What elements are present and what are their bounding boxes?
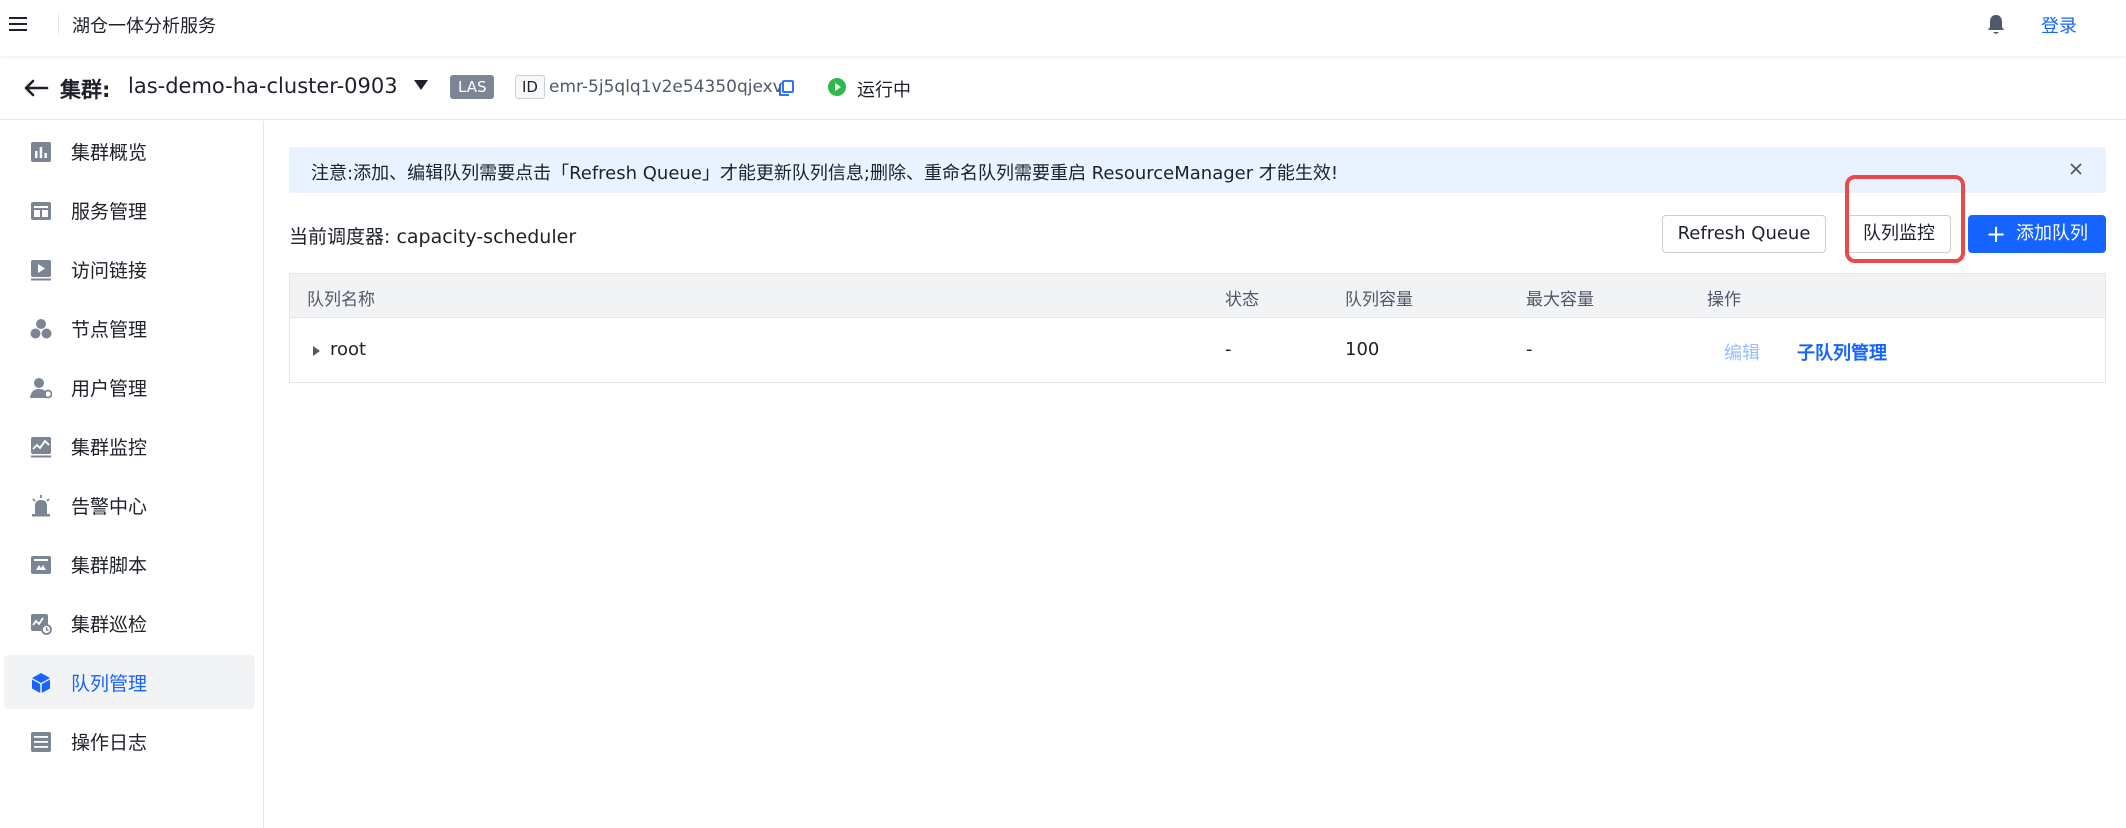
current-scheduler: 当前调度器: capacity-scheduler [289, 226, 577, 248]
nodes-icon [30, 319, 52, 339]
login-link[interactable]: 登录 [2041, 12, 2077, 38]
sidebar-item-label: 节点管理 [71, 319, 148, 341]
bell-icon[interactable] [1986, 14, 2006, 36]
sidebar-item-alarms[interactable]: 告警中心 [4, 478, 255, 532]
sub-queue-manage-link[interactable]: 子队列管理 [1797, 339, 1887, 365]
sidebar-item-monitoring[interactable]: 集群监控 [4, 419, 255, 473]
menu-icon[interactable] [9, 17, 27, 31]
play-link-icon [31, 260, 51, 281]
sidebar-item-inspection[interactable]: 集群巡检 [4, 596, 255, 650]
sidebar-item-label: 操作日志 [71, 732, 148, 754]
highlight-box [1845, 175, 1965, 263]
sidebar-item-operation-logs[interactable]: 操作日志 [4, 714, 255, 768]
sidebar-item-label: 访问链接 [71, 260, 148, 282]
sidebar-item-users[interactable]: 用户管理 [4, 360, 255, 414]
cube-icon [32, 673, 50, 693]
sidebar-item-label: 队列管理 [71, 673, 148, 695]
cluster-name: las-demo-ha-cluster-0903 [128, 74, 398, 98]
sidebar: 集群概览 服务管理 访问链接 节点管理 用户管理 集群监控 告警中心 集群脚本 … [0, 121, 264, 828]
sidebar-item-nodes[interactable]: 节点管理 [4, 301, 255, 355]
column-header: 队列容量 [1345, 290, 1413, 310]
column-header: 队列名称 [307, 290, 375, 310]
add-queue-label: 添加队列 [2016, 223, 2089, 244]
sidebar-item-label: 集群巡检 [71, 614, 148, 636]
refresh-queue-button[interactable]: Refresh Queue [1662, 215, 1826, 253]
table-icon [31, 202, 51, 220]
sidebar-item-label: 集群监控 [71, 437, 148, 459]
log-icon [31, 732, 51, 752]
sidebar-item-label: 告警中心 [71, 496, 148, 518]
back-arrow-icon[interactable] [22, 74, 50, 102]
sidebar-item-label: 集群脚本 [71, 555, 148, 577]
expand-icon[interactable] [313, 346, 320, 356]
app-title: 湖仓一体分析服务 [72, 16, 216, 37]
table-header: 队列名称 状态 队列容量 最大容量 操作 [290, 274, 2105, 318]
script-icon [31, 556, 51, 574]
close-icon[interactable] [2068, 161, 2084, 177]
plus-icon: + [1985, 220, 2007, 248]
add-queue-button[interactable]: + 添加队列 [1968, 215, 2106, 253]
alarm-icon [32, 495, 50, 517]
cluster-label: 集群: [60, 78, 111, 102]
user-icon [30, 378, 52, 399]
sidebar-item-label: 服务管理 [71, 201, 148, 223]
cluster-status: 运行中 [857, 80, 911, 101]
header-divider [58, 14, 59, 34]
queue-name: root [330, 339, 367, 360]
sidebar-item-access-links[interactable]: 访问链接 [4, 242, 255, 296]
sidebar-item-label: 用户管理 [71, 378, 148, 400]
sidebar-item-scripts[interactable]: 集群脚本 [4, 537, 255, 591]
bar-chart-icon [31, 142, 51, 162]
queue-status: - [1225, 339, 1232, 360]
running-status-icon [828, 78, 846, 96]
column-header: 状态 [1225, 290, 1259, 310]
cluster-id-value: emr-5j5qlq1v2e54350qjexv [549, 77, 783, 97]
sidebar-item-queues[interactable]: 队列管理 [4, 655, 255, 709]
column-header: 操作 [1707, 290, 1741, 310]
monitor-icon [31, 437, 51, 458]
cluster-dropdown-icon[interactable] [414, 80, 428, 90]
sidebar-item-overview[interactable]: 集群概览 [4, 124, 255, 178]
inspection-icon [31, 614, 52, 635]
id-tag: ID [515, 75, 545, 99]
notice-banner: 注意:添加、编辑队列需要点击「Refresh Queue」才能更新队列信息;删除… [289, 147, 2106, 193]
notice-text: 注意:添加、编辑队列需要点击「Refresh Queue」才能更新队列信息;删除… [311, 163, 1339, 184]
edit-link[interactable]: 编辑 [1724, 339, 1760, 365]
queue-capacity: 100 [1345, 339, 1380, 360]
copy-icon[interactable] [778, 80, 794, 96]
sidebar-item-label: 集群概览 [71, 142, 148, 164]
table-row: root - 100 - 编辑 子队列管理 [290, 318, 2105, 382]
top-bar: 湖仓一体分析服务 登录 [0, 0, 2126, 56]
column-header: 最大容量 [1526, 290, 1594, 310]
sidebar-item-services[interactable]: 服务管理 [4, 183, 255, 237]
cluster-type-tag: LAS [450, 75, 495, 99]
queue-table: 队列名称 状态 队列容量 最大容量 操作 root - 100 - 编辑 子队列… [289, 273, 2106, 383]
queue-max-capacity: - [1526, 339, 1533, 360]
